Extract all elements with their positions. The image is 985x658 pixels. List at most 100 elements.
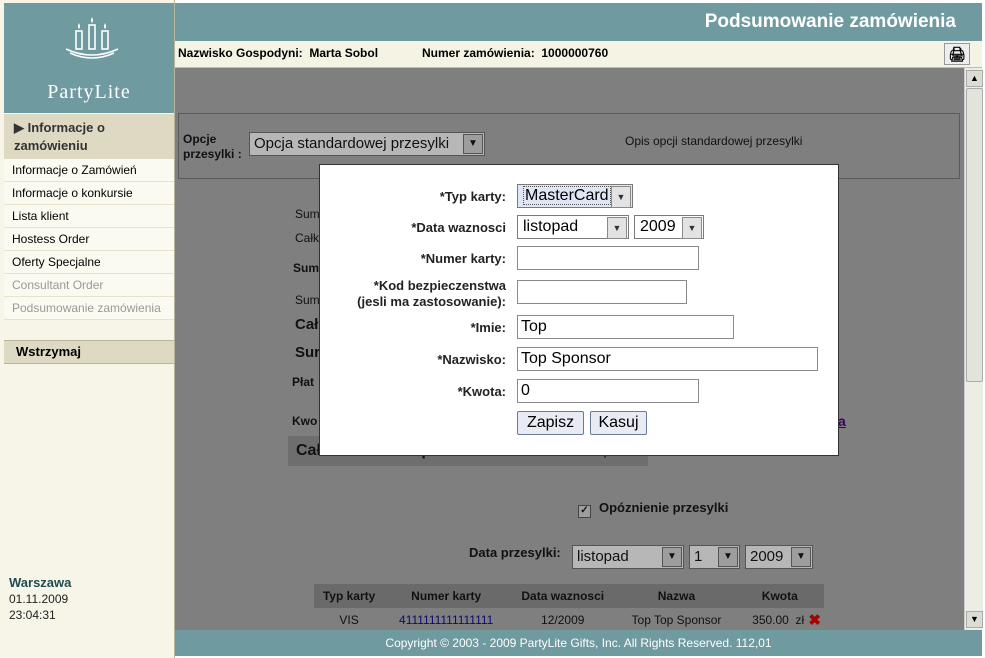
scroll-up-icon[interactable]: ▲ [966, 70, 983, 87]
sidebar-item-special-offers[interactable]: Oferty Specjalne [4, 251, 174, 274]
ship-month-select[interactable]: listopad ▼ [572, 545, 684, 569]
sidebar-item-consultant-order: Consultant Order [4, 274, 174, 297]
order-number-label: Numer zamówienia: [422, 46, 535, 60]
bg-fragment: Sum [295, 207, 320, 221]
date: 01.11.2009 [9, 592, 69, 606]
shipping-delay-checkbox[interactable]: ✓ Opóznienie przesylki [578, 500, 728, 518]
chevron-down-icon: ▼ [463, 134, 483, 154]
expiry-month-value: listopad [523, 218, 579, 235]
city: Warszawa [9, 575, 72, 590]
hold-button[interactable]: Wstrzymaj [4, 340, 174, 364]
brand-name: PartyLite [47, 81, 131, 103]
checkmark-icon: ✓ [578, 505, 591, 518]
card-type-value: MasterCard [523, 186, 611, 205]
card-payment-dialog: *Typ karty: MasterCard ▼ *Data waznosci … [319, 164, 839, 456]
header-bar: Podsumowanie zamówienia [175, 3, 982, 41]
scroll-thumb[interactable] [966, 88, 983, 382]
bg-fragment: Kwo [292, 414, 318, 428]
shipping-option-description: Opis opcji standardowej przesylki [625, 134, 803, 148]
bg-fragment: Sum [293, 261, 320, 275]
security-code-label: *Kod bezpieczenstwa (jesli ma zastosowan… [357, 278, 506, 310]
sidebar-item-customer-list[interactable]: Lista klient [4, 205, 174, 228]
card-type-select[interactable]: MasterCard ▼ [517, 184, 633, 208]
save-button[interactable]: Zapisz [517, 411, 584, 435]
print-icon[interactable]: 🖨 [944, 43, 970, 65]
host-name: Marta Sobol [309, 46, 379, 60]
sidebar-item-order-info[interactable]: Informacje o Zamówień [4, 159, 174, 182]
host-label: Nazwisko Gospodyni: [178, 46, 303, 60]
sidebar-item-contest-info[interactable]: Informacje o konkursie [4, 182, 174, 205]
column-header: Data waznosci [508, 584, 618, 608]
partylite-logo: PartyLite [4, 3, 174, 113]
amount-cell: 350.00 zł [736, 608, 806, 630]
ship-year-select[interactable]: 2009 ▼ [745, 545, 813, 569]
page-title: Podsumowanie zamówienia [704, 11, 956, 32]
sidebar-item-order-summary: Podsumowanie zamówienia [4, 297, 174, 320]
first-name-label: *Imie: [470, 320, 506, 335]
table-row: VIS 4111111111111111 12/2009 Top Top Spo… [314, 608, 824, 630]
location-datetime: Warszawa 01.11.2009 23:04:31 [9, 575, 71, 623]
chevron-down-icon: ▼ [607, 217, 627, 239]
shipping-options-label: Opcje przesylki : [183, 132, 242, 161]
sidebar-nav: Informacje o Zamówień Informacje o konku… [4, 159, 174, 320]
ship-year-value: 2009 [750, 548, 784, 565]
bg-link-fragment[interactable]: a [838, 413, 846, 429]
expiry-year-select[interactable]: 2009 ▼ [634, 215, 704, 239]
shipping-delay-label: Opóznienie przesylki [599, 500, 729, 515]
sidebar-item-hostess-order[interactable]: Hostess Order [4, 228, 174, 251]
last-name-field[interactable]: Top Sponsor [517, 347, 818, 371]
card-number-link[interactable]: 4111111111111111 [384, 608, 508, 630]
card-type-cell: VIS [339, 613, 359, 627]
ship-month-value: listopad [577, 548, 629, 565]
order-number: 1000000760 [541, 46, 609, 60]
amount-label: *Kwota: [457, 384, 506, 399]
security-code-field[interactable] [517, 280, 687, 304]
candles-icon [65, 17, 119, 59]
shipping-option-select[interactable]: Opcja standardowej przesylki ▼ [249, 132, 485, 156]
expiry-year-value: 2009 [640, 218, 676, 235]
ship-date-label: Data przesylki: [469, 545, 561, 560]
table-header-row: Typ karty Numer karty Data waznosci Nazw… [314, 584, 824, 608]
column-header: Nazwa [617, 584, 736, 608]
order-info-bar: Nazwisko Gospodyni: Marta Sobol Numer za… [175, 41, 982, 68]
bg-fragment: Płat [292, 375, 315, 389]
triangle-right-icon: ▶ [14, 120, 24, 135]
expiry-label: *Data waznosci [411, 220, 506, 235]
last-name-label: *Nazwisko: [437, 352, 506, 367]
expiry-month-select[interactable]: listopad ▼ [517, 215, 629, 239]
payments-table: Typ karty Numer karty Data waznosci Nazw… [314, 584, 824, 630]
amount-value: 350.00 [752, 613, 789, 627]
card-number-label: *Numer karty: [420, 251, 506, 266]
ship-day-select[interactable]: 1 ▼ [689, 545, 740, 569]
delete-icon[interactable]: ✖ [805, 608, 824, 630]
chevron-down-icon: ▼ [611, 186, 631, 208]
bg-fragment: Całk [295, 231, 320, 245]
ship-day-value: 1 [694, 548, 703, 565]
card-type-label: *Typ karty: [439, 189, 506, 204]
card-number-field[interactable] [517, 246, 699, 270]
chevron-down-icon: ▼ [791, 547, 811, 567]
copyright-footer: Copyright © 2003 - 2009 PartyLite Gifts,… [175, 630, 982, 656]
name-cell: Top Top Sponsor [631, 613, 722, 627]
sidebar: PartyLite ▶ Informacje o zamówieniu Info… [0, 0, 175, 658]
currency: zł [795, 613, 805, 627]
chevron-down-icon: ▼ [662, 547, 682, 567]
first-name-field[interactable]: Top [517, 315, 734, 339]
bg-fragment: Sum [295, 293, 320, 307]
bg-fragment: Sur [295, 344, 321, 361]
security-code-label-line1: *Kod bezpieczenstwa [373, 278, 506, 293]
scroll-down-icon[interactable]: ▼ [966, 611, 983, 628]
nav-section-label: Informacje o zamówieniu [14, 120, 105, 153]
vertical-scrollbar[interactable]: ▲ ▼ [964, 68, 983, 630]
shipping-option-value: Opcja standardowej przesylki [254, 135, 450, 152]
column-header: Kwota [735, 584, 824, 608]
chevron-down-icon: ▼ [682, 217, 702, 239]
column-header: Numer karty [384, 584, 509, 608]
chevron-down-icon: ▼ [718, 547, 738, 567]
amount-field[interactable]: 0 [517, 379, 699, 403]
security-code-label-line2: (jesli ma zastosowanie): [357, 294, 506, 309]
column-header: Typ karty [314, 584, 385, 608]
cancel-button[interactable]: Kasuj [590, 411, 647, 435]
nav-section-order-info[interactable]: ▶ Informacje o zamówieniu [4, 114, 174, 161]
expiry-cell: 12/2009 [541, 613, 585, 627]
